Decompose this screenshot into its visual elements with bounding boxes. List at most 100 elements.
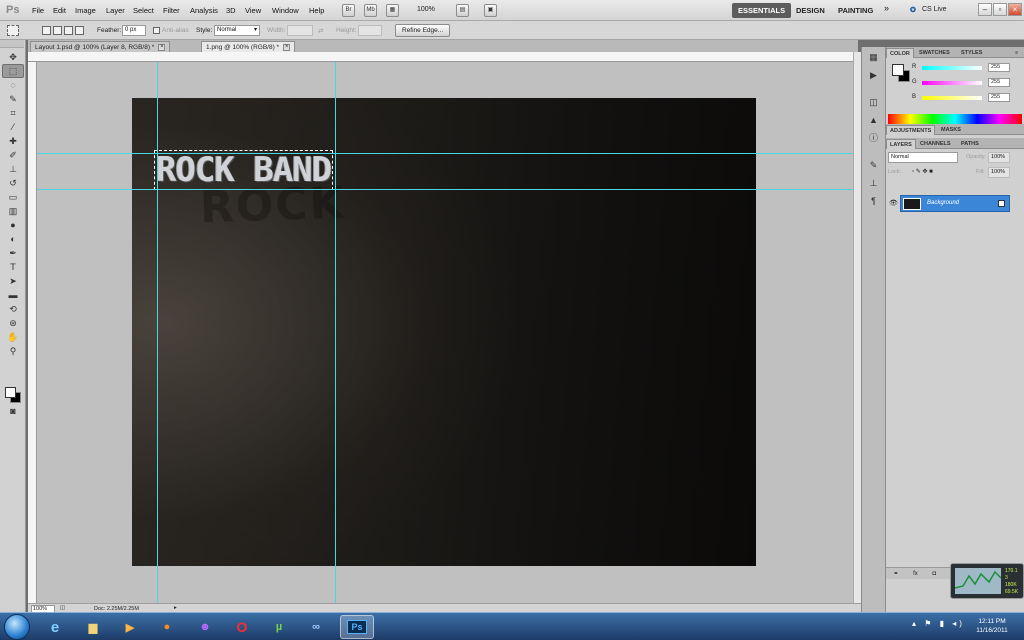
tab-swatches[interactable]: SWATCHES (916, 48, 953, 58)
history-icon[interactable]: ▦ (865, 50, 883, 65)
tab-1-png[interactable]: 1.png @ 100% (RGB/8) * × (201, 41, 296, 52)
guide-horizontal[interactable] (37, 189, 853, 190)
slider-value-input[interactable]: 255 (988, 93, 1010, 102)
healing-brush-tool-icon[interactable]: ✚ (2, 134, 24, 148)
character-icon[interactable]: ¶ (865, 194, 883, 209)
menu-window[interactable]: Window (272, 6, 299, 15)
eyedropper-tool-icon[interactable]: ⁄ (2, 120, 24, 134)
3d-orbit-tool-icon[interactable]: ⊛ (2, 316, 24, 330)
eraser-tool-icon[interactable]: ▭ (2, 190, 24, 204)
quick-select-tool-icon[interactable]: ✎ (2, 92, 24, 106)
navigator-icon[interactable]: ◫ (865, 95, 883, 110)
red-slider[interactable]: R 255 (912, 63, 1022, 73)
shape-tool-icon[interactable]: ▬ (2, 288, 24, 302)
zoom-tool-icon[interactable]: ⚲ (2, 344, 24, 358)
feather-input[interactable]: 0 px (122, 25, 146, 36)
tab-layers[interactable]: LAYERS (886, 139, 916, 149)
intersect-selection-icon[interactable] (75, 26, 84, 35)
menu-analysis[interactable]: Analysis (190, 6, 218, 15)
color-spectrum-ramp[interactable] (888, 114, 1022, 124)
cs-live-menu[interactable]: CS Live (922, 6, 947, 13)
path-select-tool-icon[interactable]: ➤ (2, 274, 24, 288)
menu-3d[interactable]: 3D (226, 6, 236, 15)
tab-layout-1[interactable]: Layout 1.psd @ 100% (Layer 8, RGB/8) * × (30, 41, 171, 52)
hand-tool-icon[interactable]: ✋ (2, 330, 24, 344)
tools-grip[interactable] (0, 40, 24, 48)
photoshop-taskbar-icon[interactable]: Ps (340, 615, 374, 639)
workspace-essentials[interactable]: ESSENTIALS (732, 3, 792, 18)
close-icon[interactable]: × (158, 43, 166, 51)
menu-file[interactable]: File (32, 6, 44, 15)
blur-tool-icon[interactable]: ● (2, 218, 24, 232)
menu-image[interactable]: Image (75, 6, 96, 15)
foreground-color-swatch[interactable] (5, 387, 16, 398)
move-tool-icon[interactable]: ✥ (2, 50, 24, 64)
info-icon[interactable]: ⓘ (865, 131, 883, 146)
fill-input[interactable]: 100% (988, 167, 1010, 178)
bridge-button[interactable]: Br (342, 4, 355, 17)
type-tool-icon[interactable]: T (2, 260, 24, 274)
marquee-tool-icon[interactable]: ⬚ (2, 64, 24, 78)
firefox-icon[interactable]: ● (150, 615, 184, 639)
height-input[interactable] (358, 25, 382, 36)
blue-slider[interactable]: B 255 (912, 93, 1022, 103)
workspace-design[interactable]: DESIGN (790, 3, 831, 18)
brush-presets-icon[interactable]: ✎ (865, 158, 883, 173)
slider-track[interactable] (922, 66, 982, 70)
media-player-icon[interactable]: ▶ (113, 615, 147, 639)
add-selection-icon[interactable] (53, 26, 62, 35)
status-info-icon[interactable]: ◫ (60, 605, 65, 611)
style-select[interactable]: Normal ▾ (214, 25, 260, 36)
tab-adjustments[interactable]: ADJUSTMENTS (886, 125, 936, 135)
opera-icon[interactable]: O (225, 615, 259, 639)
menu-help[interactable]: Help (309, 6, 324, 15)
crop-tool-icon[interactable]: ⌗ (2, 106, 24, 120)
start-button[interactable] (4, 614, 30, 640)
guide-vertical[interactable] (335, 62, 336, 603)
tab-styles[interactable]: STYLES (958, 48, 985, 58)
width-input[interactable] (287, 25, 313, 36)
menu-edit[interactable]: Edit (53, 6, 66, 15)
tab-masks[interactable]: MASKS (938, 125, 964, 135)
horizontal-ruler[interactable] (28, 52, 853, 62)
green-slider[interactable]: G 255 (912, 78, 1022, 88)
zoom-level[interactable]: 100% (417, 6, 435, 13)
network-meter-widget[interactable]: 170.1 3 180K 69.5K (950, 563, 1024, 599)
panel-menu-icon[interactable]: ≡ (1012, 48, 1021, 58)
mini-bridge-button[interactable]: Mb (364, 4, 377, 17)
slider-track[interactable] (922, 81, 982, 85)
new-selection-icon[interactable] (42, 26, 51, 35)
refine-edge-button[interactable]: Refine Edge... (395, 24, 451, 37)
clone-stamp-tool-icon[interactable]: ⊥ (2, 162, 24, 176)
rock-band-text-selection[interactable]: ROCK BAND (153, 150, 334, 190)
utorrent-icon[interactable]: µ (262, 615, 296, 639)
yahoo-messenger-icon[interactable]: ☻ (188, 615, 222, 639)
tab-paths[interactable]: PATHS (958, 139, 982, 149)
document-canvas[interactable]: ROCK ROCK BAND (132, 98, 756, 566)
close-icon[interactable]: × (283, 43, 291, 51)
tab-color[interactable]: COLOR (886, 48, 914, 58)
canvas-area[interactable]: ROCK ROCK BAND (37, 62, 853, 603)
menu-filter[interactable]: Filter (163, 6, 180, 15)
3d-rotate-tool-icon[interactable]: ⟲ (2, 302, 24, 316)
clone-source-icon[interactable]: ⊥ (865, 176, 883, 191)
extras-icon[interactable]: ▦ (386, 4, 399, 17)
history-brush-tool-icon[interactable]: ↺ (2, 176, 24, 190)
system-tray-icons[interactable]: ▴ ⚑ ▮ ◂) (912, 619, 965, 628)
vertical-scrollbar[interactable] (853, 52, 861, 603)
restore-button[interactable]: ▫ (993, 3, 1007, 16)
blend-mode-select[interactable]: Normal (888, 152, 958, 163)
menu-select[interactable]: Select (133, 6, 154, 15)
pen-tool-icon[interactable]: ✒ (2, 246, 24, 260)
opacity-input[interactable]: 100% (988, 152, 1010, 163)
system-clock[interactable]: 12:11 PM 11/16/2011 (968, 617, 1016, 635)
menu-layer[interactable]: Layer (106, 6, 125, 15)
layer-style-icon[interactable]: fx (913, 571, 918, 577)
gradient-tool-icon[interactable]: ▥ (2, 204, 24, 218)
layer-name[interactable]: Background (927, 200, 959, 206)
internet-explorer-icon[interactable]: e (38, 615, 72, 639)
windows-explorer-icon[interactable]: ▆ (76, 615, 110, 639)
brush-tool-icon[interactable]: ✐ (2, 148, 24, 162)
vertical-ruler[interactable] (28, 62, 37, 603)
visibility-eye-icon[interactable]: 👁 (889, 199, 898, 207)
